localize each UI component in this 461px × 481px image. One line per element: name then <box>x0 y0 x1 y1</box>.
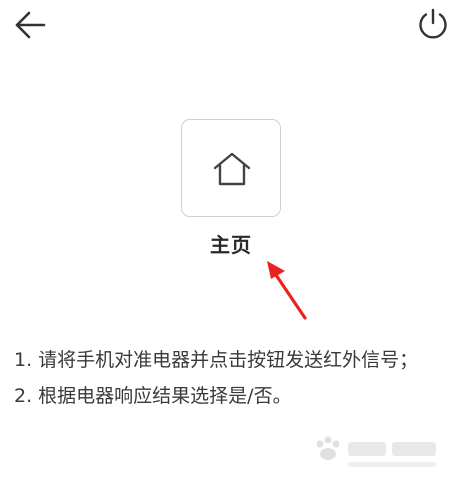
power-button[interactable] <box>414 5 452 43</box>
baidu-watermark-logo <box>316 436 436 467</box>
back-button[interactable] <box>12 8 48 42</box>
instruction-line-2: 2. 根据电器响应结果选择是/否。 <box>14 385 292 407</box>
instructions-text: 1. 请将手机对准电器并点击按钮发送红外信号； 2. 根据电器响应结果选择是/否… <box>14 342 459 414</box>
power-icon <box>419 8 447 39</box>
house-icon <box>213 152 251 186</box>
home-button[interactable] <box>181 119 281 217</box>
arrow-left-icon <box>15 11 46 39</box>
instruction-line-1: 1. 请将手机对准电器并点击按钮发送红外信号； <box>14 349 419 371</box>
red-arrow-annotation <box>267 261 307 320</box>
